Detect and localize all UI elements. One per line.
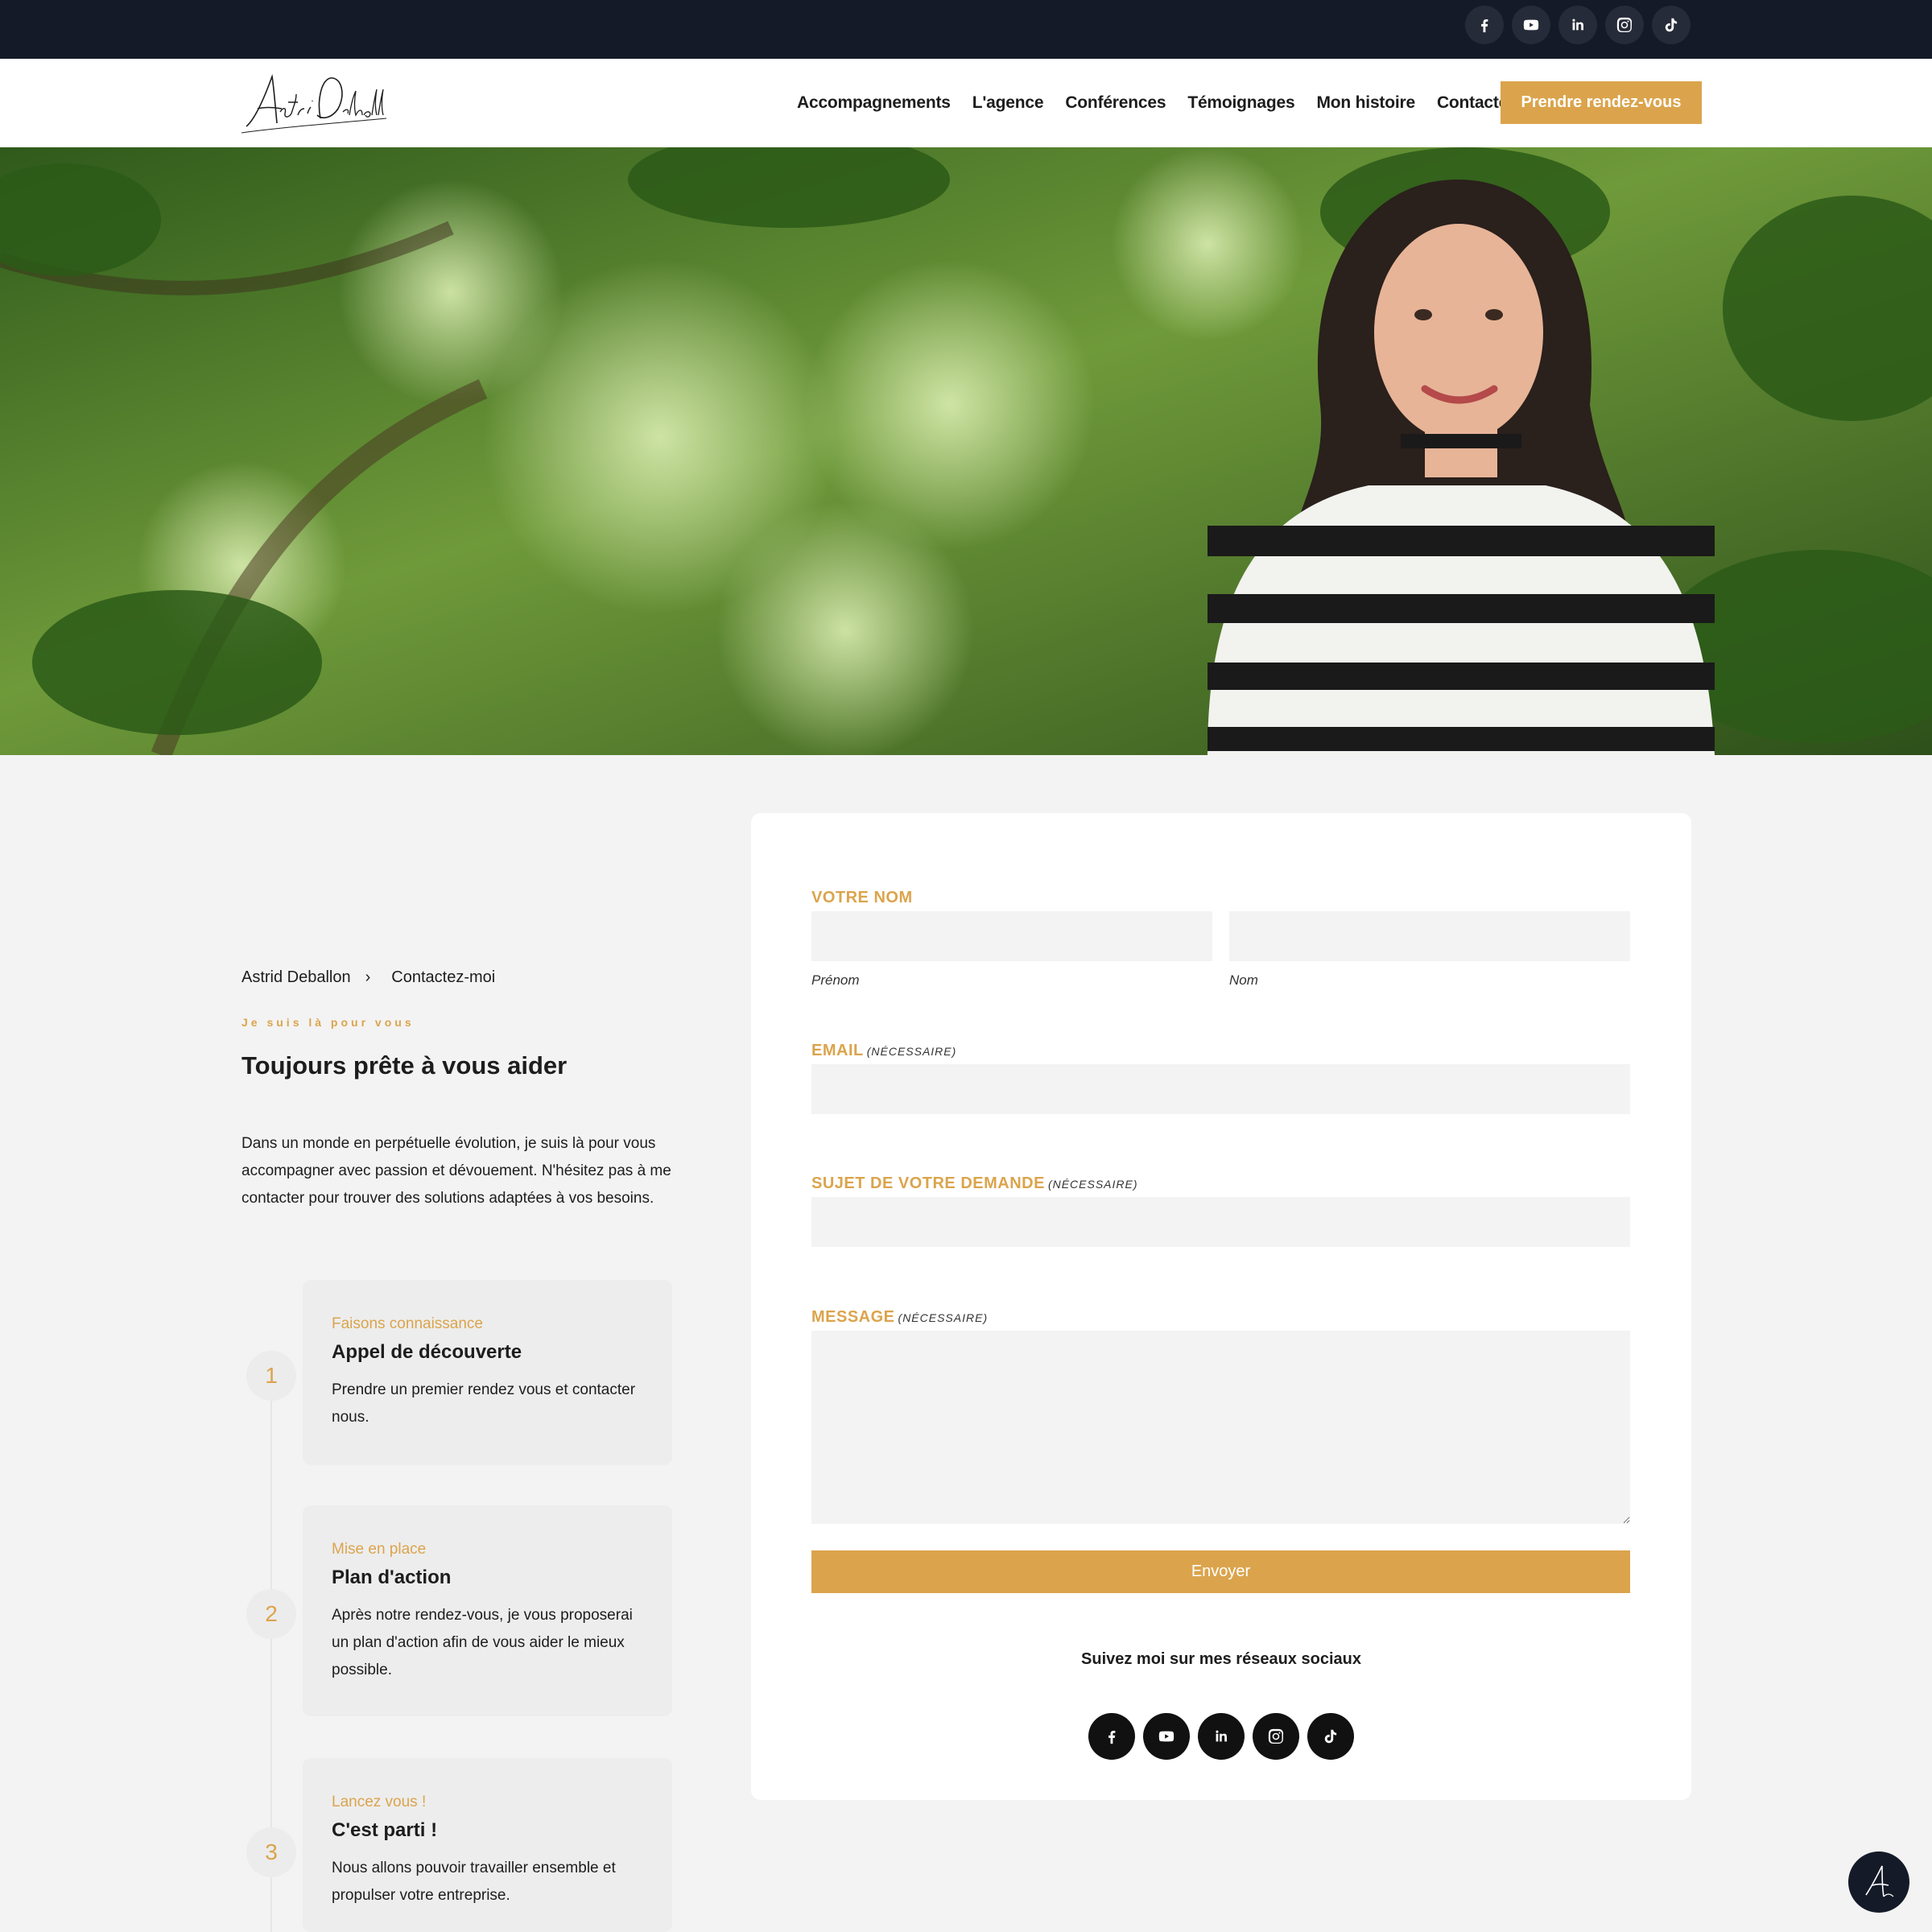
breadcrumb: Astrid Deballon › Contactez-moi	[242, 968, 495, 987]
section-eyebrow: Je suis là pour vous	[242, 1016, 415, 1029]
step-kicker: Lancez vous !	[332, 1794, 427, 1810]
step-description: Après notre rendez-vous, je vous propose…	[332, 1607, 633, 1678]
lastname-input[interactable]	[1229, 911, 1630, 961]
message-label: MESSAGE (NÉCESSAIRE)	[811, 1308, 989, 1326]
name-label: VOTRE NOM	[811, 889, 913, 906]
hero-photo	[0, 147, 1932, 755]
tiktok-icon	[1665, 18, 1678, 32]
lastname-sublabel: Nom	[1229, 972, 1258, 988]
youtube-link[interactable]	[1512, 6, 1550, 44]
top-social-links	[1465, 6, 1690, 44]
linkedin-icon	[1216, 1730, 1227, 1742]
tiktok-link[interactable]	[1307, 1713, 1354, 1760]
contact-form: VOTRE NOM Prénom Nom EMAIL (NÉCESSAIRE) S…	[751, 813, 1691, 1800]
linkedin-link[interactable]	[1198, 1713, 1245, 1760]
instagram-link[interactable]	[1253, 1713, 1299, 1760]
email-input[interactable]	[811, 1064, 1630, 1114]
youtube-icon	[1158, 1731, 1174, 1742]
section-title: Toujours prête à vous aider	[242, 1051, 568, 1080]
nav-accompagnements[interactable]: Accompagnements	[797, 93, 951, 113]
step-card: Mise en place Plan d'action Après notre …	[303, 1505, 672, 1716]
step-description: Nous allons pouvoir travailler ensemble …	[332, 1860, 616, 1904]
main-nav: Accompagnements L'agence Conférences Tém…	[797, 59, 1551, 147]
hero-image	[0, 147, 1932, 755]
subject-label: SUJET DE VOTRE DEMANDE (NÉCESSAIRE)	[811, 1174, 1138, 1192]
instagram-icon	[1616, 17, 1633, 33]
step-title: Appel de découverte	[332, 1341, 522, 1363]
book-appointment-button[interactable]: Prendre rendez-vous	[1501, 81, 1702, 124]
step-title: C'est parti !	[332, 1819, 438, 1841]
breadcrumb-separator-icon: ›	[365, 968, 371, 986]
facebook-link[interactable]	[1088, 1713, 1135, 1760]
intro-text: Dans un monde en perpétuelle évolution, …	[242, 1135, 671, 1207]
firstname-sublabel: Prénom	[811, 972, 860, 988]
instagram-icon	[1268, 1728, 1284, 1744]
facebook-link[interactable]	[1465, 6, 1504, 44]
instagram-link[interactable]	[1605, 6, 1644, 44]
breadcrumb-current: Contactez-moi	[391, 968, 496, 986]
site-header: Accompagnements L'agence Conférences Tém…	[0, 59, 1932, 147]
form-social-links	[751, 1713, 1691, 1760]
nav-agence[interactable]: L'agence	[972, 93, 1044, 113]
subject-input[interactable]	[811, 1197, 1630, 1247]
floating-monogram-button[interactable]	[1848, 1852, 1909, 1913]
message-textarea[interactable]	[811, 1331, 1630, 1524]
step-card: Faisons connaissance Appel de découverte…	[303, 1280, 672, 1465]
step-kicker: Faisons connaissance	[332, 1315, 483, 1332]
tiktok-link[interactable]	[1652, 6, 1690, 44]
facebook-icon	[1481, 19, 1488, 33]
nav-mon-histoire[interactable]: Mon histoire	[1317, 93, 1416, 113]
logo[interactable]	[240, 70, 388, 138]
top-bar	[0, 0, 1932, 59]
step-card: Lancez vous ! C'est parti ! Nous allons …	[303, 1758, 672, 1932]
email-label: EMAIL (NÉCESSAIRE)	[811, 1042, 957, 1059]
firstname-input[interactable]	[811, 911, 1212, 961]
youtube-link[interactable]	[1143, 1713, 1190, 1760]
nav-temoignages[interactable]: Témoignages	[1187, 93, 1294, 113]
required-note: (NÉCESSAIRE)	[1047, 1178, 1138, 1191]
step-title: Plan d'action	[332, 1567, 452, 1588]
linkedin-icon	[1572, 19, 1583, 31]
breadcrumb-home[interactable]: Astrid Deballon	[242, 968, 351, 987]
monogram-icon	[1865, 1865, 1894, 1897]
youtube-icon	[1523, 19, 1539, 31]
follow-heading: Suivez moi sur mes réseaux sociaux	[1081, 1650, 1361, 1668]
step-number: 1	[246, 1351, 296, 1401]
facebook-icon	[1108, 1731, 1116, 1744]
step-number: 2	[246, 1589, 296, 1639]
linkedin-link[interactable]	[1558, 6, 1597, 44]
required-note: (NÉCESSAIRE)	[898, 1311, 989, 1324]
tiktok-icon	[1324, 1729, 1337, 1744]
submit-button[interactable]: Envoyer	[811, 1550, 1630, 1593]
nav-conferences[interactable]: Conférences	[1065, 93, 1166, 113]
step-number: 3	[246, 1827, 296, 1877]
step-description: Prendre un premier rendez vous et contac…	[332, 1381, 636, 1426]
required-note: (NÉCESSAIRE)	[866, 1045, 957, 1058]
step-kicker: Mise en place	[332, 1541, 427, 1558]
